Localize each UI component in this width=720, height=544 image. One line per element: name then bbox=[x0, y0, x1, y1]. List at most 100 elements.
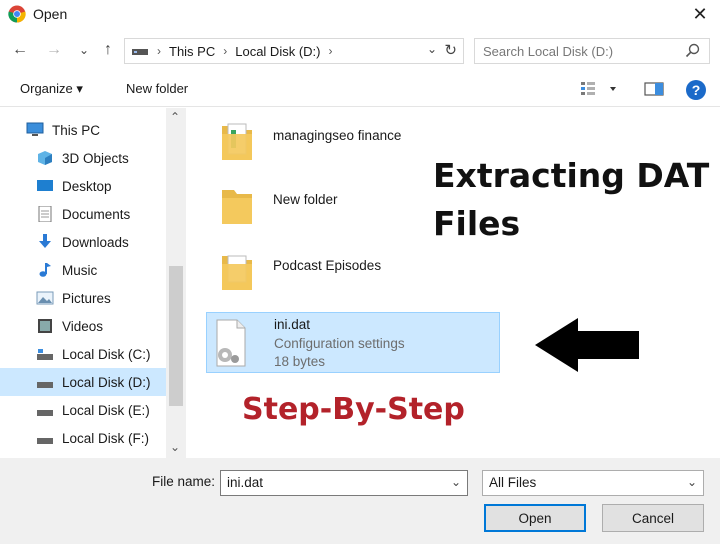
sidebar-item-3d-objects[interactable]: 3D Objects bbox=[0, 144, 166, 172]
drive-icon bbox=[37, 382, 53, 388]
title-bar: Open ✕ bbox=[0, 0, 720, 30]
sidebar-item-label: Local Disk (E:) bbox=[62, 402, 150, 418]
overlay-title: Extracting DAT Files bbox=[433, 152, 709, 248]
breadcrumb-separator: › bbox=[223, 44, 228, 58]
sidebar-item-videos[interactable]: Videos bbox=[0, 312, 166, 340]
chevron-down-icon: ⌄ bbox=[78, 43, 90, 57]
chrome-icon bbox=[8, 5, 26, 23]
drive-icon bbox=[37, 349, 53, 360]
sidebar-item-label: Music bbox=[62, 262, 98, 278]
file-description: Configuration settings bbox=[274, 336, 405, 351]
music-icon bbox=[39, 263, 51, 277]
sidebar-item-label: Documents bbox=[62, 206, 131, 222]
sidebar-item-label: Videos bbox=[62, 318, 104, 334]
scroll-up-icon[interactable]: ⌃ bbox=[170, 110, 180, 124]
file-name: Podcast Episodes bbox=[273, 258, 382, 273]
sidebar-item-label: This PC bbox=[52, 122, 101, 138]
overlay-title-line-1: Extracting DAT bbox=[433, 156, 710, 195]
cube-icon bbox=[38, 151, 52, 165]
divider bbox=[0, 106, 720, 107]
sidebar-item-label: Local Disk (F:) bbox=[62, 430, 150, 446]
sidebar-item-local-disk-f[interactable]: Local Disk (F:) bbox=[0, 424, 166, 452]
help-icon[interactable]: ? bbox=[686, 80, 706, 100]
file-type-value: All Files bbox=[489, 475, 537, 490]
arrow-left-icon: ← bbox=[12, 41, 28, 58]
file-name: New folder bbox=[273, 192, 338, 207]
document-icon bbox=[38, 206, 52, 222]
sidebar-item-label: Pictures bbox=[62, 290, 111, 306]
dialog-footer: File name: ini.dat ⌄ All Files ⌄ Open Ca… bbox=[0, 458, 720, 544]
close-icon: ✕ bbox=[692, 3, 708, 24]
scrollbar-thumb[interactable] bbox=[169, 266, 183, 406]
sidebar-item-label: Desktop bbox=[62, 178, 112, 194]
sidebar-item-local-disk-d[interactable]: Local Disk (D:) bbox=[0, 368, 166, 396]
sidebar-item-label: Local Disk (D:) bbox=[62, 374, 151, 390]
search-input[interactable]: Search Local Disk (D:) bbox=[474, 38, 710, 64]
sidebar-item-label: Downloads bbox=[62, 234, 129, 250]
arrow-left-icon bbox=[535, 318, 639, 372]
file-name-value: ini.dat bbox=[227, 475, 264, 490]
recent-locations-button[interactable]: ⌄ bbox=[74, 40, 94, 60]
sidebar-item-music[interactable]: Music bbox=[0, 256, 166, 284]
computer-icon bbox=[26, 122, 44, 136]
settings-file-icon bbox=[216, 319, 246, 367]
sidebar-item-desktop[interactable]: Desktop bbox=[0, 172, 166, 200]
sidebar-item-documents[interactable]: Documents bbox=[0, 200, 166, 228]
command-bar: Organize ▾ New folder ? bbox=[0, 72, 720, 106]
window-title: Open bbox=[33, 6, 68, 22]
desktop-icon bbox=[37, 180, 53, 191]
breadcrumb-local-disk-d[interactable]: Local Disk (D:) bbox=[235, 44, 320, 59]
arrow-up-icon: ↑ bbox=[104, 41, 112, 58]
sidebar-item-label: Local Disk (C:) bbox=[62, 346, 151, 362]
address-dropdown-icon[interactable]: ⌄ bbox=[427, 42, 437, 56]
sidebar-item-local-disk-e[interactable]: Local Disk (E:) bbox=[0, 396, 166, 424]
cancel-button[interactable]: Cancel bbox=[602, 504, 704, 532]
overlay-title-line-2: Files bbox=[433, 204, 521, 243]
sidebar-item-pictures[interactable]: Pictures bbox=[0, 284, 166, 312]
organize-button[interactable]: Organize ▾ bbox=[20, 81, 83, 97]
breadcrumb-this-pc[interactable]: This PC bbox=[169, 44, 215, 59]
view-options-icon[interactable] bbox=[580, 80, 620, 98]
drive-icon bbox=[132, 49, 148, 55]
up-button[interactable]: ↑ bbox=[98, 40, 118, 60]
scroll-down-icon[interactable]: ⌄ bbox=[170, 440, 180, 454]
breadcrumb-separator: › bbox=[157, 44, 161, 58]
sidebar-item-local-disk-c[interactable]: Local Disk (C:) bbox=[0, 340, 166, 368]
sidebar-item-label: 3D Objects bbox=[62, 150, 129, 166]
refresh-icon[interactable]: ↻ bbox=[444, 41, 457, 59]
pictures-icon bbox=[36, 291, 54, 305]
folder-icon bbox=[222, 190, 252, 224]
sidebar-scrollbar[interactable]: ⌃ ⌄ bbox=[166, 108, 186, 458]
address-bar[interactable]: › This PC › Local Disk (D:) › ⌄ ↻ bbox=[124, 38, 464, 64]
folder-icon bbox=[222, 123, 252, 160]
sidebar-item-this-pc[interactable]: This PC bbox=[0, 116, 166, 144]
file-name-label: File name: bbox=[152, 474, 216, 489]
file-type-select[interactable]: All Files ⌄ bbox=[482, 470, 704, 496]
chevron-down-icon[interactable]: ⌄ bbox=[687, 475, 697, 489]
navigation-pane: This PC 3D Objects Desktop Documents Dow… bbox=[0, 108, 186, 458]
arrow-right-icon: → bbox=[46, 41, 62, 58]
preview-pane-icon[interactable] bbox=[644, 80, 664, 98]
breadcrumb-separator: › bbox=[328, 44, 333, 58]
file-size: 18 bytes bbox=[274, 354, 326, 369]
overlay-step-label: Step-By-Step bbox=[242, 392, 465, 427]
file-name: managingseo finance bbox=[273, 128, 402, 143]
drive-icon bbox=[37, 410, 53, 416]
file-name-input[interactable]: ini.dat ⌄ bbox=[220, 470, 468, 496]
download-icon bbox=[39, 234, 51, 248]
list-item-selected[interactable]: ini.dat Configuration settings 18 bytes bbox=[206, 312, 500, 373]
folder-icon bbox=[222, 255, 252, 290]
back-button[interactable]: ← bbox=[10, 40, 30, 60]
forward-button[interactable]: → bbox=[44, 40, 64, 60]
search-icon bbox=[685, 43, 700, 58]
address-row: ← → ⌄ ↑ › This PC › Local Disk (D:) › ⌄ … bbox=[0, 34, 720, 66]
chevron-down-icon[interactable]: ⌄ bbox=[451, 475, 461, 489]
sidebar-item-downloads[interactable]: Downloads bbox=[0, 228, 166, 256]
drive-icon bbox=[37, 438, 53, 444]
video-icon bbox=[38, 319, 52, 333]
list-item[interactable]: Podcast Episodes bbox=[206, 246, 506, 308]
open-button[interactable]: Open bbox=[484, 504, 586, 532]
close-button[interactable]: ✕ bbox=[680, 0, 720, 28]
new-folder-button[interactable]: New folder bbox=[126, 81, 188, 96]
file-name: ini.dat bbox=[274, 317, 311, 332]
